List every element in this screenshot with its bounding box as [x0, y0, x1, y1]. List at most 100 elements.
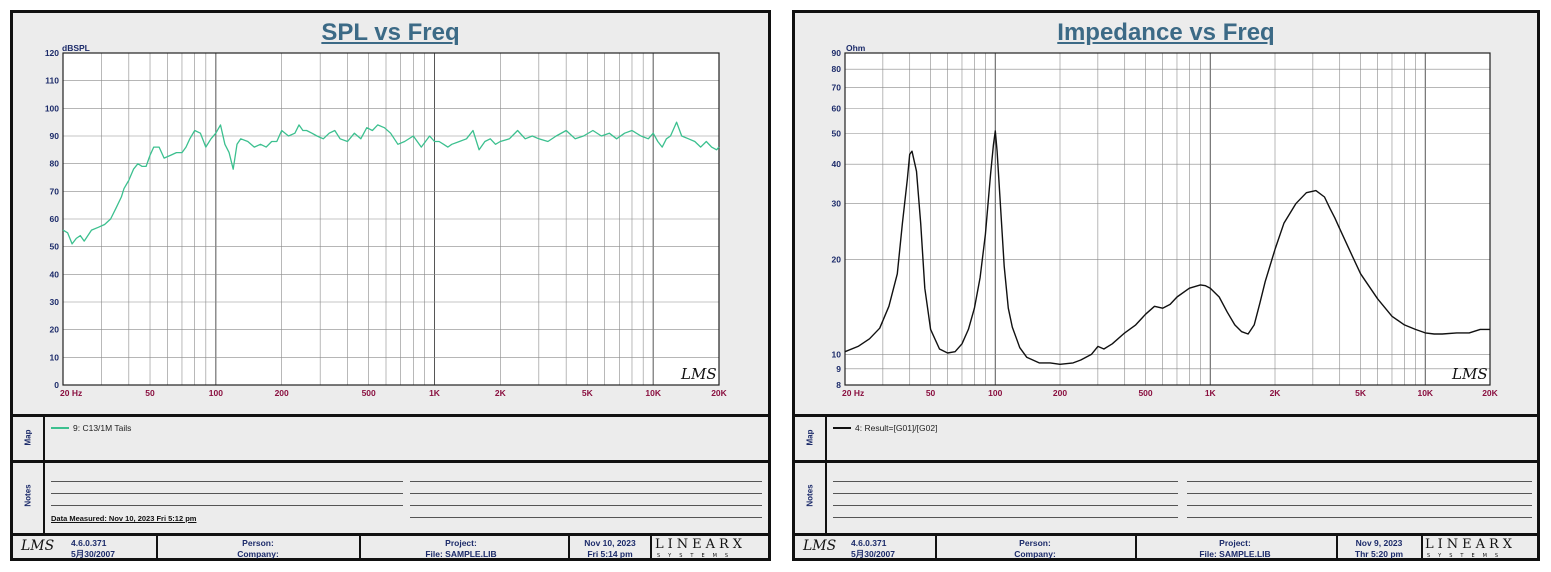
divider: [13, 460, 768, 463]
y-tick-label: 40: [50, 269, 60, 279]
y-tick-label: 30: [50, 297, 60, 307]
note-line: [51, 481, 403, 482]
impedance-panel: Impedance vs Freq Ohm 8 9 10 20 30 40 50 60 70 80…: [792, 10, 1540, 561]
legend-entry: 4: Result=[G01]/[G02]: [833, 423, 937, 433]
y-tick-label: 80: [832, 64, 842, 74]
data-measured: Data Measured: Nov 10, 2023 Fri 5:12 pm: [51, 514, 197, 523]
version-info: 4.6.0.371 5月30/2007: [851, 538, 895, 559]
note-line: [833, 517, 1178, 518]
x-tick-label: 5K: [582, 388, 594, 398]
x-tick-label: 20 Hz: [60, 388, 82, 398]
y-tick-label: 80: [50, 159, 60, 169]
linearx-sub-logo: SYSTEMS: [1427, 553, 1507, 559]
y-tick-label: 10: [50, 352, 60, 362]
person-company: Person: Company:: [237, 538, 279, 559]
x-tick-label: 100: [209, 388, 223, 398]
note-line: [51, 505, 403, 506]
person-company: Person: Company:: [1014, 538, 1056, 559]
x-tick-label: 5K: [1355, 388, 1367, 398]
legend-swatch: [51, 427, 69, 429]
x-tick-label: 1K: [1205, 388, 1217, 398]
x-tick-label: 1K: [429, 388, 441, 398]
legend-label: 4: Result=[G01]/[G02]: [855, 423, 938, 433]
x-tick-label: 10K: [645, 388, 661, 398]
divider: [825, 414, 827, 533]
y-tick-label: 50: [832, 129, 842, 139]
x-tick-labels: 20 Hz 50 100 200 500 1K 2K 5K 10K 20K: [842, 388, 1499, 398]
footer: LMS 4.6.0.371 5月30/2007 Person: Company: P…: [13, 536, 768, 559]
note-line: [410, 481, 762, 482]
x-tick-label: 200: [1053, 388, 1067, 398]
note-line: [410, 505, 762, 506]
lms-logo-icon: LMS: [21, 538, 55, 554]
legend-entry: 9: C13/1M Tails: [51, 423, 131, 433]
divider: [13, 414, 768, 417]
note-line: [1187, 481, 1532, 482]
project-file: Project: File: SAMPLE.LIB: [1199, 538, 1271, 559]
impedance-plot: 8 9 10 20 30 40 50 60 70 80 90 20 Hz 50 100 200 500 1K 2K…: [832, 48, 1499, 398]
y-tick-label: 20: [50, 325, 60, 335]
x-tick-label: 100: [988, 388, 1002, 398]
x-tick-label: 20 Hz: [842, 388, 864, 398]
x-tick-label: 200: [275, 388, 289, 398]
legend-label: 9: C13/1M Tails: [73, 423, 132, 433]
note-line: [833, 493, 1178, 494]
x-tick-label: 2K: [1270, 388, 1282, 398]
map-label: Map: [805, 429, 815, 446]
y-tick-label: 50: [50, 242, 60, 252]
linearx-logo-icon: LINEARX: [655, 537, 747, 552]
x-tick-label: 500: [1138, 388, 1152, 398]
y-tick-label: 10: [832, 349, 842, 359]
note-line: [51, 493, 403, 494]
x-tick-label: 2K: [495, 388, 507, 398]
x-tick-labels: 20 Hz 50 100 200 500 1K 2K 5K 10K 20K: [60, 388, 728, 398]
y-tick-label: 8: [836, 380, 841, 390]
divider: [795, 460, 1537, 463]
note-line: [410, 517, 762, 518]
lms-logo-icon: LMS: [803, 538, 837, 554]
note-line: [1187, 493, 1532, 494]
y-tick-label: 20: [832, 254, 842, 264]
lms-watermark-icon: LMS: [1452, 365, 1488, 383]
map-label: Map: [23, 429, 33, 446]
footer: LMS 4.6.0.371 5月30/2007 Person: Company: P…: [795, 536, 1537, 559]
y-tick-label: 9: [836, 364, 841, 374]
x-tick-label: 20K: [711, 388, 727, 398]
y-tick-label: 40: [832, 159, 842, 169]
divider: [43, 414, 45, 533]
divider: [795, 414, 1537, 417]
linearx-sub-logo: SYSTEMS: [657, 553, 737, 559]
note-line: [1187, 517, 1532, 518]
x-tick-label: 10K: [1417, 388, 1433, 398]
plot-area: [845, 53, 1490, 385]
legend-swatch: [833, 427, 851, 429]
note-line: [410, 493, 762, 494]
y-tick-label: 110: [45, 76, 59, 86]
y-tick-label: 70: [832, 82, 842, 92]
note-line: [833, 505, 1178, 506]
notes-label: Notes: [23, 484, 33, 507]
y-tick-label: 90: [50, 131, 60, 141]
spl-plot: 010203040506070809010011012020 Hz 50 100 20…: [45, 48, 728, 398]
timestamp: Nov 10, 2023 Fri 5:14 pm: [584, 538, 636, 559]
y-tick-label: 60: [832, 104, 842, 114]
project-file: Project: File: SAMPLE.LIB: [425, 538, 497, 559]
timestamp: Nov 9, 2023 Thr 5:20 pm: [1354, 538, 1404, 559]
x-tick-label: 500: [362, 388, 376, 398]
note-line: [833, 481, 1178, 482]
version-info: 4.6.0.371 5月30/2007: [71, 538, 115, 559]
x-tick-label: 20K: [1482, 388, 1498, 398]
spl-panel: SPL vs Freq dBSPL 0 10 20 30 40 50 60 70 80 90 100…: [10, 10, 771, 561]
y-tick-label: 90: [832, 48, 842, 58]
divider: [1421, 536, 1423, 558]
notes-label: Notes: [805, 484, 815, 507]
y-tick-label: 100: [45, 103, 59, 113]
lms-watermark-icon: LMS: [681, 365, 717, 383]
linearx-logo-icon: LINEARX: [1425, 537, 1517, 552]
y-tick-label: 60: [50, 214, 60, 224]
y-tick-label: 70: [50, 186, 60, 196]
note-line: [1187, 505, 1532, 506]
y-tick-label: 120: [45, 48, 59, 58]
x-tick-label: 50: [926, 388, 936, 398]
divider: [650, 536, 652, 558]
